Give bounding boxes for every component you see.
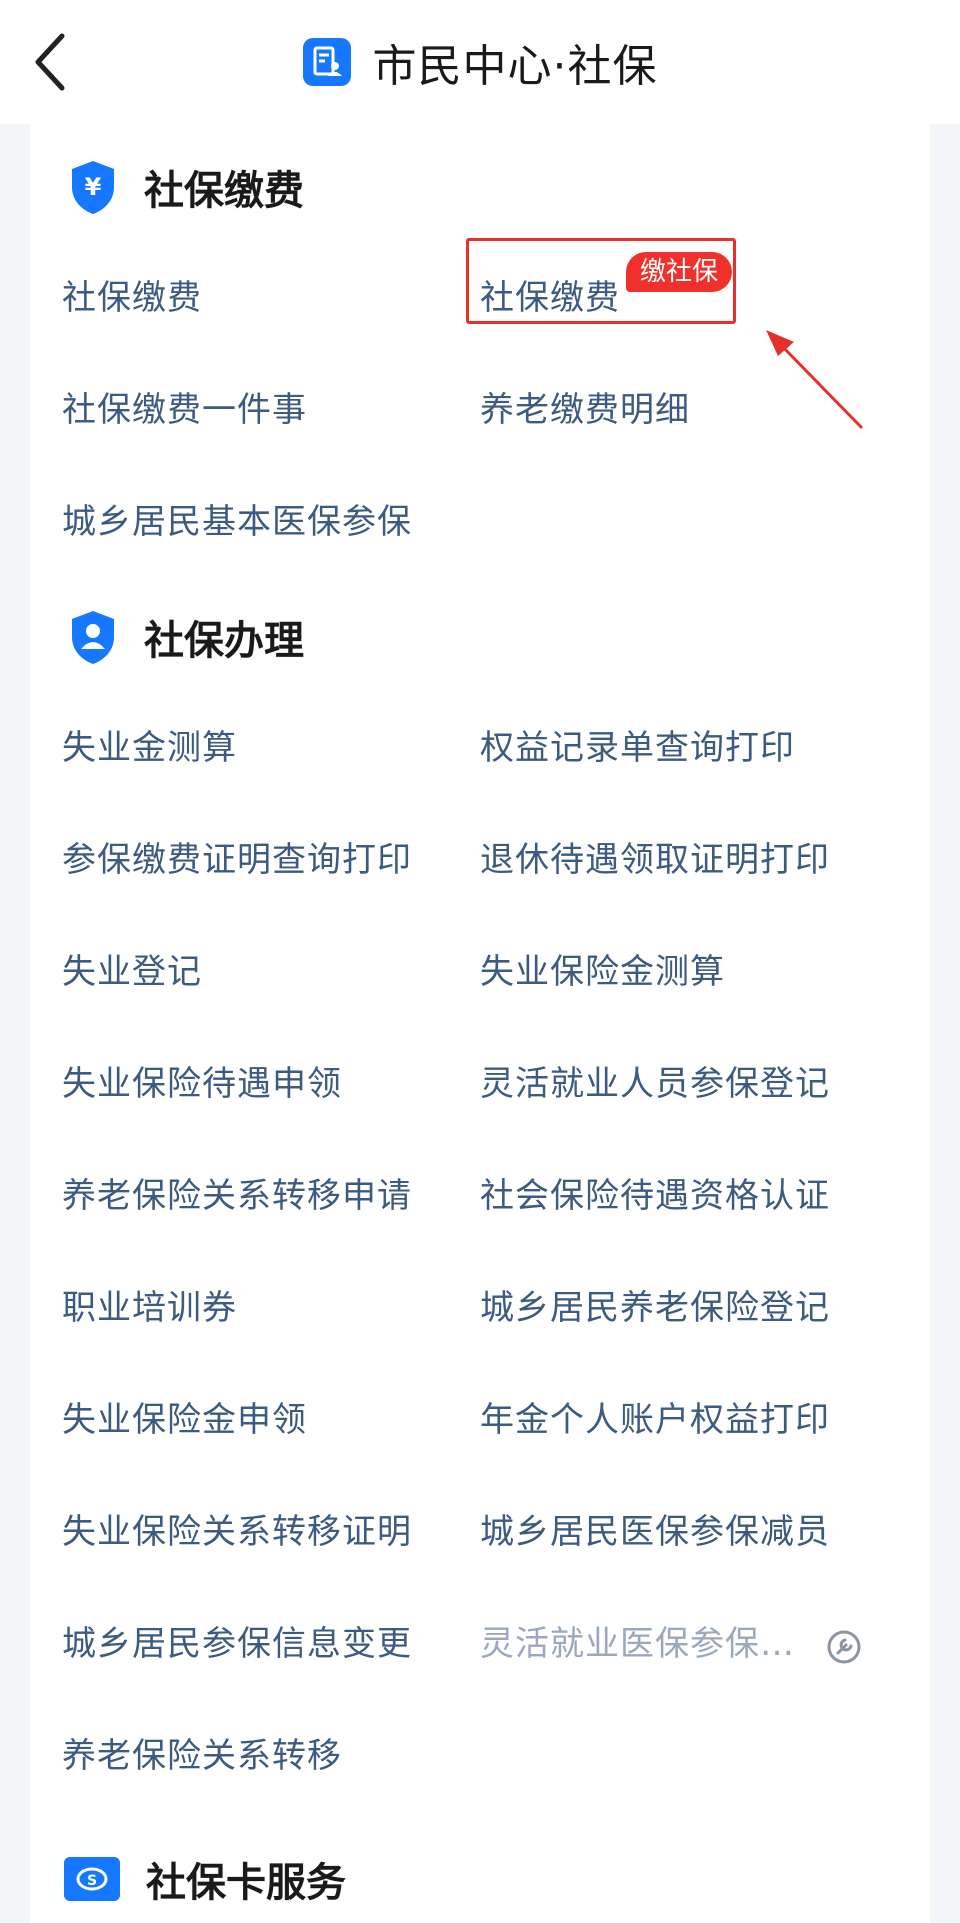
section-header-payment: ¥ 社保缴费 <box>68 152 304 222</box>
section-title: 社保缴费 <box>144 168 304 214</box>
list-item[interactable]: 城乡居民养老保险登记 <box>480 1280 830 1329</box>
title-bar: 市民中心·社保 <box>0 0 960 124</box>
list-item[interactable]: 参保缴费证明查询打印 <box>62 832 412 881</box>
list-item[interactable]: 职业培训券 <box>62 1280 237 1329</box>
list-item[interactable]: 城乡居民医保参保减员 <box>480 1504 830 1553</box>
list-item-disabled[interactable]: 灵活就业医保参保… <box>480 1616 795 1665</box>
top-bar: 市民中心·社保 <box>0 0 960 124</box>
list-item[interactable]: 失业保险关系转移证明 <box>62 1504 412 1553</box>
list-item[interactable]: 失业保险金申领 <box>62 1392 307 1441</box>
list-item[interactable]: 灵活就业人员参保登记 <box>480 1056 830 1105</box>
list-item[interactable]: 失业登记 <box>62 944 202 993</box>
svg-text:S: S <box>87 1873 97 1889</box>
page-title: 市民中心·社保 <box>372 41 658 92</box>
list-item[interactable]: 年金个人账户权益打印 <box>480 1392 830 1441</box>
document-person-icon <box>302 38 351 86</box>
list-item[interactable]: 养老保险关系转移申请 <box>62 1168 412 1217</box>
content-card: ¥ 社保缴费 社保缴费 社保缴费 社保缴费一件事 养老缴费明细 城乡居民基本医保… <box>30 124 930 1923</box>
item-social-payment-one-matter[interactable]: 社保缴费一件事 <box>62 382 307 431</box>
list-item[interactable]: 失业金测算 <box>62 720 237 769</box>
list-item[interactable]: 退休待遇领取证明打印 <box>480 832 830 881</box>
wrench-tool-icon <box>827 1630 861 1664</box>
list-item[interactable]: 权益记录单查询打印 <box>480 720 795 769</box>
list-item[interactable]: 失业保险待遇申领 <box>62 1056 342 1105</box>
shield-yuan-icon: ¥ <box>68 159 118 215</box>
shield-person-icon <box>68 609 118 665</box>
section-title: 社保办理 <box>144 618 304 664</box>
list-item[interactable]: 养老保险关系转移 <box>62 1728 342 1777</box>
list-item[interactable]: 社会保险待遇资格认证 <box>480 1168 830 1217</box>
item-social-payment-highlighted[interactable]: 社保缴费 <box>480 270 620 319</box>
section-header-handling: 社保办理 <box>68 602 304 672</box>
item-pension-payment-detail[interactable]: 养老缴费明细 <box>480 382 690 431</box>
item-resident-medical-insurance[interactable]: 城乡居民基本医保参保 <box>62 494 412 543</box>
list-item[interactable]: 城乡居民参保信息变更 <box>62 1616 412 1665</box>
page: 市民中心·社保 ¥ 社保缴费 社保缴费 社保缴费 社保缴费一件事 养老缴费明细 … <box>0 0 960 1923</box>
payment-badge: 缴社保 <box>626 252 733 292</box>
svg-text:¥: ¥ <box>85 173 102 201</box>
item-social-payment[interactable]: 社保缴费 <box>62 270 202 319</box>
social-security-card-icon: S <box>64 1857 120 1901</box>
section-title: 社保卡服务 <box>146 1860 346 1906</box>
list-item[interactable]: 失业保险金测算 <box>480 944 725 993</box>
section-header-card-service: S 社保卡服务 <box>64 1844 346 1914</box>
